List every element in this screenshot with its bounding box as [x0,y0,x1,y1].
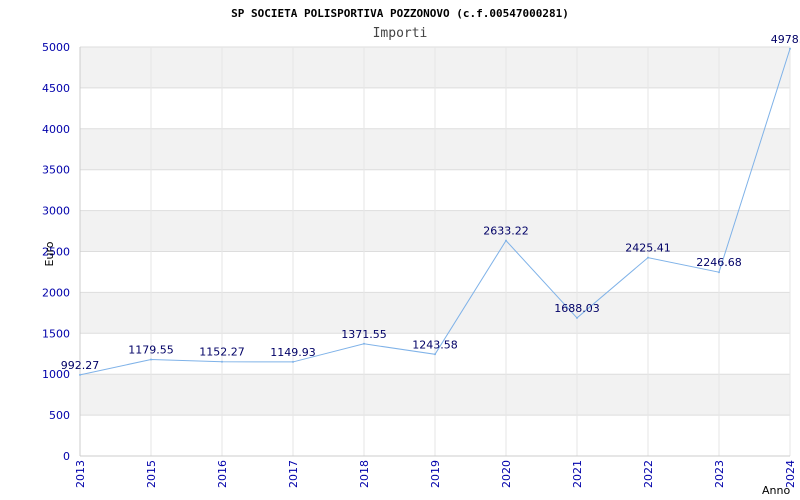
y-tick-label: 2000 [42,286,70,299]
y-axis-title: Euro [43,241,56,266]
data-label: 1179.55 [128,344,174,357]
x-tick-labels: 2013 2015 2016 2017 2018 2019 2020 2021 2022 2023… [74,460,797,488]
x-tick-label: 2015 [145,460,158,488]
data-point [789,47,791,50]
x-tick-label: 2016 [216,460,229,488]
data-label: 992.27 [61,359,100,372]
data-point [150,358,152,361]
x-tick-label: 2022 [642,460,655,488]
y-tick-label: 500 [49,409,70,422]
x-tick-label: 2020 [500,460,513,488]
y-tick-label: 4500 [42,82,70,95]
data-point [505,239,507,242]
x-tick-label: 2017 [287,460,300,488]
data-point [79,373,81,376]
data-point [292,360,294,363]
x-tick-label: 2019 [429,460,442,488]
chart-subtitle: Importi [373,26,428,41]
data-point [221,360,223,363]
data-label: 1243.58 [412,338,458,351]
data-point [434,353,436,356]
y-tick-label: 0 [63,450,70,463]
x-tick-label: 2013 [74,460,87,488]
y-tick-label: 4000 [42,123,70,136]
data-label: 2246.68 [696,256,742,269]
chart-title: SP SOCIETA POLISPORTIVA POZZONOVO (c.f.0… [231,7,569,20]
data-label: 2425.41 [625,242,671,255]
y-tick-label: 1500 [42,327,70,340]
data-label: 1371.55 [341,328,387,341]
x-tick-label: 2021 [571,460,584,488]
data-label: 2633.22 [483,225,529,238]
x-tick-label: 2023 [713,460,726,488]
line-chart: 0500100015002000250030003500400045005000… [42,7,800,497]
data-point [363,342,365,345]
data-label: 1152.27 [199,346,245,359]
data-label: 1688.03 [554,302,600,315]
y-tick-label: 5000 [42,41,70,54]
data-point [647,256,649,259]
y-tick-label: 3000 [42,205,70,218]
data-label: 4978.2 [771,33,800,46]
y-tick-label: 3500 [42,164,70,177]
x-axis-title: Anno [762,484,790,497]
x-tick-label: 2018 [358,460,371,488]
data-point [576,316,578,319]
data-point [718,271,720,274]
data-label: 1149.93 [270,346,316,359]
